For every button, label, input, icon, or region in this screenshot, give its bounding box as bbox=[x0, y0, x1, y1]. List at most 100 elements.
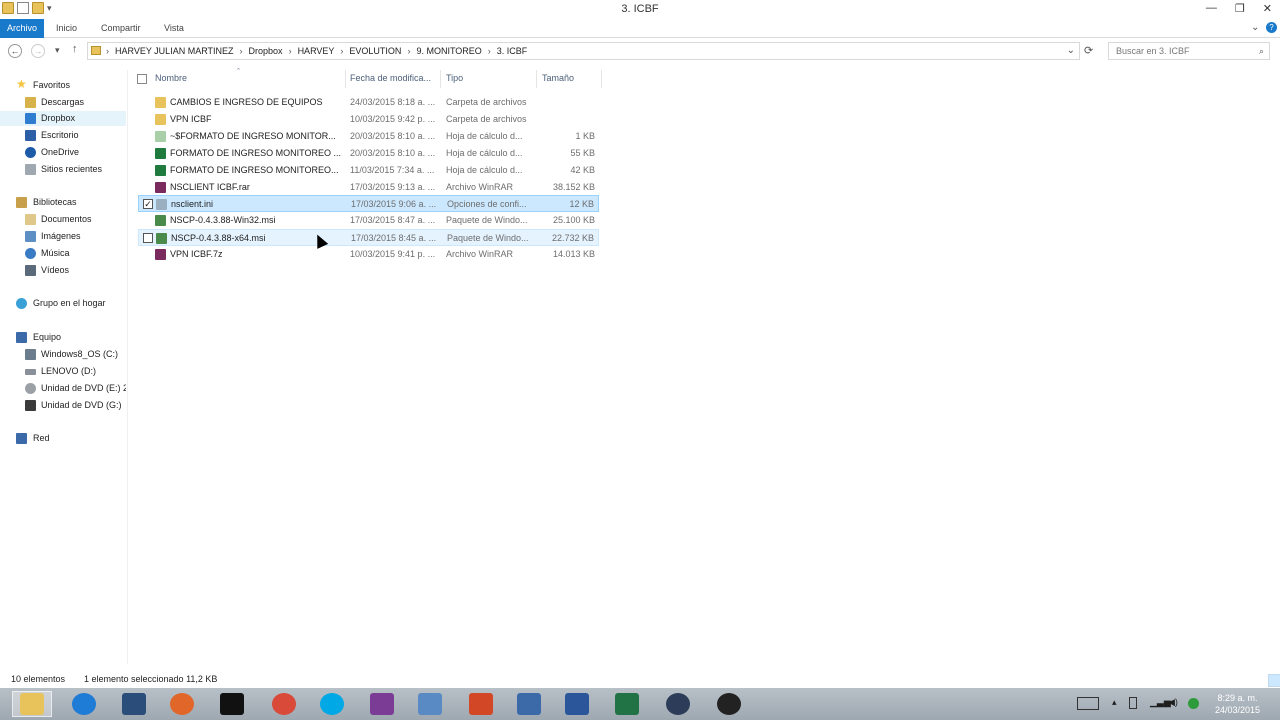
taskbar-button[interactable] bbox=[509, 691, 549, 717]
taskbar-button[interactable] bbox=[12, 691, 52, 717]
file-row[interactable]: CAMBIOS E INGRESO DE EQUIPOS 24/03/2015 … bbox=[138, 94, 599, 111]
sidebar-item-label: Sitios recientes bbox=[41, 164, 103, 174]
taskbar-button[interactable] bbox=[362, 691, 402, 717]
sidebar-group-label: Red bbox=[33, 433, 50, 443]
column-divider[interactable] bbox=[440, 70, 441, 88]
file-row[interactable]: NSCP-0.4.3.88-Win32.msi 17/03/2015 8:47 … bbox=[138, 212, 599, 229]
window-title: 3. ICBF bbox=[621, 3, 659, 15]
explorer-icon bbox=[20, 693, 44, 715]
large-icons-view-icon[interactable] bbox=[1268, 674, 1280, 687]
taskbar-button[interactable] bbox=[461, 691, 501, 717]
file-name: ~$FORMATO DE INGRESO MONITOR... bbox=[170, 131, 336, 141]
file-name: NSCP-0.4.3.88-Win32.msi bbox=[170, 215, 276, 225]
battery-icon[interactable] bbox=[1129, 697, 1137, 709]
up-button[interactable]: ↑ bbox=[72, 43, 78, 55]
breadcrumb-evolution[interactable]: EVOLUTION bbox=[349, 43, 401, 59]
breadcrumb-dropbox[interactable]: Dropbox bbox=[249, 43, 283, 59]
file-row[interactable]: VPN ICBF 10/03/2015 9:42 p. ... Carpeta … bbox=[138, 111, 599, 128]
column-header-date[interactable]: Fecha de modifica... bbox=[350, 73, 431, 83]
dropbox-tray-icon[interactable] bbox=[1188, 698, 1199, 709]
taskbar-button[interactable] bbox=[410, 691, 450, 717]
breadcrumb-separator[interactable]: › bbox=[240, 43, 243, 59]
row-checkbox-checked[interactable]: ✓ bbox=[143, 199, 153, 209]
show-hidden-icons-icon[interactable]: ▴ bbox=[1112, 697, 1117, 708]
file-row[interactable]: FORMATO DE INGRESO MONITOREO... 11/03/20… bbox=[138, 162, 599, 179]
file-row-hovered[interactable]: NSCP-0.4.3.88-x64.msi 17/03/2015 8:45 a.… bbox=[138, 229, 599, 246]
remote-desktop-icon bbox=[418, 693, 442, 715]
folder-icon bbox=[155, 114, 166, 125]
tab-archivo[interactable]: Archivo bbox=[0, 19, 44, 38]
documents-icon bbox=[25, 214, 36, 225]
address-bar[interactable]: › HARVEY JULIAN MARTINEZ › Dropbox › HAR… bbox=[87, 42, 1080, 60]
sidebar-item-label: Imágenes bbox=[41, 231, 81, 241]
taskbar-button[interactable] bbox=[312, 691, 352, 717]
taskbar-button[interactable] bbox=[212, 691, 252, 717]
taskbar-button[interactable] bbox=[709, 691, 749, 717]
desktop-icon bbox=[25, 130, 36, 141]
file-row[interactable]: NSCLIENT ICBF.rar 17/03/2015 9:13 a. ...… bbox=[138, 179, 599, 196]
column-header-name[interactable]: Nombre bbox=[155, 73, 187, 83]
taskbar-button[interactable] bbox=[162, 691, 202, 717]
taskbar-button[interactable] bbox=[264, 691, 304, 717]
msi-icon bbox=[156, 233, 167, 244]
file-row[interactable]: VPN ICBF.7z 10/03/2015 9:41 p. ... Archi… bbox=[138, 246, 599, 263]
breadcrumb-separator[interactable]: › bbox=[289, 43, 292, 59]
back-button[interactable]: ← bbox=[8, 44, 22, 58]
tab-inicio[interactable]: Inicio bbox=[56, 19, 77, 38]
column-divider[interactable] bbox=[601, 70, 602, 88]
file-row-selected[interactable]: ✓ nsclient.ini 17/03/2015 9:06 a. ... Op… bbox=[138, 195, 599, 212]
volume-icon[interactable]: ◀) bbox=[1168, 697, 1178, 708]
breadcrumb-monitoreo[interactable]: 9. MONITOREO bbox=[416, 43, 481, 59]
minimize-button[interactable]: — bbox=[1206, 2, 1217, 15]
breadcrumb-icbf[interactable]: 3. ICBF bbox=[497, 43, 528, 59]
search-icon[interactable]: ⌕ bbox=[1259, 43, 1264, 59]
sidebar-item-label: Unidad de DVD (E:) 2 bbox=[41, 383, 126, 393]
address-dropdown-icon[interactable]: ⌄ bbox=[1067, 45, 1075, 56]
forward-button[interactable]: → bbox=[31, 44, 45, 58]
sidebar-item-dropbox[interactable]: Dropbox bbox=[0, 111, 126, 126]
excel-icon bbox=[155, 148, 166, 159]
restore-button[interactable]: ❐ bbox=[1235, 2, 1245, 15]
file-size: 42 KB bbox=[570, 165, 595, 175]
pane-divider[interactable] bbox=[127, 70, 128, 664]
tab-compartir[interactable]: Compartir bbox=[101, 19, 141, 38]
obs-icon bbox=[717, 693, 741, 715]
file-row[interactable]: FORMATO DE INGRESO MONITOREO ... 20/03/2… bbox=[138, 145, 599, 162]
breadcrumb-separator[interactable]: › bbox=[407, 43, 410, 59]
help-icon[interactable]: ? bbox=[1266, 22, 1277, 33]
sidebar-item-label: Documentos bbox=[41, 214, 92, 224]
column-divider[interactable] bbox=[536, 70, 537, 88]
folder-icon bbox=[91, 46, 101, 55]
file-row[interactable]: ~$FORMATO DE INGRESO MONITOR... 20/03/20… bbox=[138, 128, 599, 145]
expand-ribbon-icon[interactable]: ⌄ bbox=[1251, 22, 1259, 33]
column-header-type[interactable]: Tipo bbox=[446, 73, 463, 83]
file-size: 14.013 KB bbox=[552, 249, 595, 259]
recent-locations-button[interactable]: ▾ bbox=[55, 45, 60, 56]
excel-temp-icon bbox=[155, 131, 166, 142]
tab-vista[interactable]: Vista bbox=[164, 19, 184, 38]
select-all-checkbox[interactable] bbox=[137, 74, 147, 84]
taskbar-button[interactable] bbox=[64, 691, 104, 717]
internet-explorer-icon bbox=[72, 693, 96, 715]
firefox-icon bbox=[170, 693, 194, 715]
breadcrumb-separator[interactable]: › bbox=[340, 43, 343, 59]
breadcrumb-harvey[interactable]: HARVEY bbox=[298, 43, 335, 59]
drive-d-icon bbox=[25, 369, 36, 375]
taskbar-button[interactable] bbox=[658, 691, 698, 717]
clock[interactable]: 8:29 a. m. 24/03/2015 bbox=[1215, 692, 1260, 716]
column-header-size[interactable]: Tamaño bbox=[542, 73, 574, 83]
sidebar-item-dvd-e[interactable]: Unidad de DVD (E:) 2 bbox=[0, 381, 126, 396]
keyboard-icon[interactable] bbox=[1077, 697, 1099, 710]
column-divider[interactable] bbox=[345, 70, 346, 88]
title-bar: ▾ 3. ICBF — ❐ ✕ bbox=[0, 0, 1280, 19]
file-date: 10/03/2015 9:41 p. ... bbox=[350, 249, 436, 259]
search-input[interactable]: Buscar en 3. ICBF ⌕ bbox=[1108, 42, 1270, 60]
taskbar-button[interactable] bbox=[557, 691, 597, 717]
breadcrumb-separator[interactable]: › bbox=[488, 43, 491, 59]
row-checkbox[interactable] bbox=[143, 233, 153, 243]
close-button[interactable]: ✕ bbox=[1263, 2, 1272, 15]
taskbar-button[interactable] bbox=[607, 691, 647, 717]
breadcrumb-harvey-julian-martinez[interactable]: HARVEY JULIAN MARTINEZ bbox=[115, 43, 234, 59]
refresh-icon[interactable]: ⟳ bbox=[1084, 44, 1093, 57]
taskbar-button[interactable] bbox=[114, 691, 154, 717]
